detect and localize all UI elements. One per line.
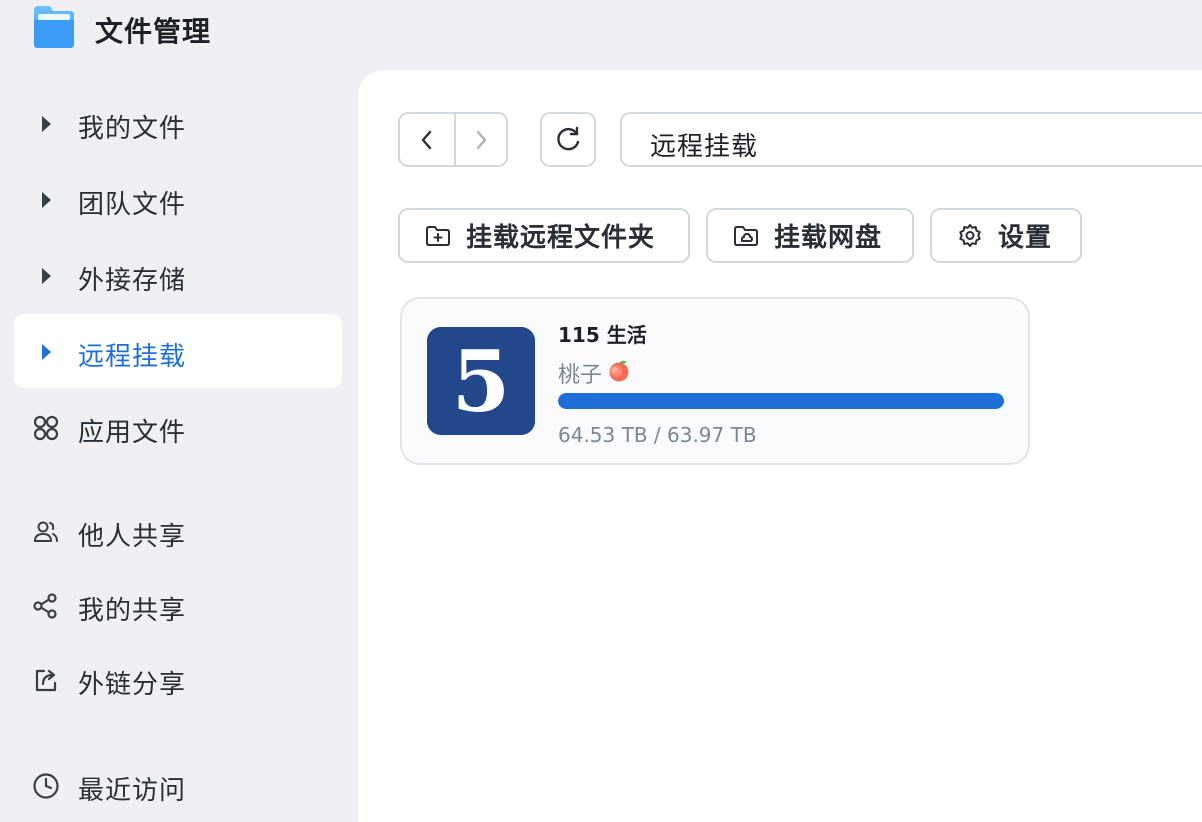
apps-icon: [32, 414, 60, 442]
sidebar-item-label: 我的共享: [78, 596, 187, 626]
peach-icon: [606, 357, 632, 389]
folder-icon: [30, 4, 78, 50]
sidebar-item-label: 远程挂载: [78, 342, 187, 372]
sidebar-item-label: 外链分享: [78, 670, 187, 700]
folder-plus-icon: [424, 222, 452, 250]
sidebar-item-external-storage[interactable]: 外接存储: [14, 238, 342, 312]
settings-button[interactable]: 设置: [930, 208, 1082, 263]
sidebar-item-shared-with-me[interactable]: 他人共享: [14, 494, 342, 568]
sidebar-item-label: 我的文件: [78, 114, 187, 144]
cloud-folder-icon: [732, 222, 760, 250]
mount-user-name: 桃子: [558, 363, 603, 388]
mount-cloud-drive-button[interactable]: 挂载网盘: [706, 208, 914, 263]
sidebar-item-my-shares[interactable]: 我的共享: [14, 568, 342, 642]
back-button[interactable]: [400, 114, 454, 165]
clock-icon: [32, 772, 60, 800]
sidebar-item-app-files[interactable]: 应用文件: [14, 390, 342, 464]
sidebar-item-my-files[interactable]: 我的文件: [14, 86, 342, 160]
users-icon: [32, 518, 60, 546]
path-text: 远程挂载: [650, 132, 759, 162]
mount-remote-folder-button[interactable]: 挂载远程文件夹: [398, 208, 690, 263]
triangle-right-icon: [32, 338, 60, 366]
sidebar-item-recent[interactable]: 最近访问: [14, 748, 342, 822]
sidebar-item-label: 他人共享: [78, 522, 187, 552]
mount-remote-folder-label: 挂载远程文件夹: [466, 223, 656, 253]
storage-size-text: 64.53 TB / 63.97 TB: [558, 423, 757, 447]
mount-card[interactable]: 5 115 生活 桃子 64.53 TB / 63.97 TB: [400, 297, 1030, 465]
storage-usage-fill: [558, 393, 1004, 409]
share-icon: [32, 592, 60, 620]
app-header: 文件管理: [0, 0, 360, 60]
sidebar-item-external-link-share[interactable]: 外链分享: [14, 642, 342, 716]
sidebar-item-remote-mount[interactable]: 远程挂载: [14, 314, 342, 388]
triangle-right-icon: [32, 186, 60, 214]
file-manager-app: 文件管理 我的文件 团队文件 外接存储 远程挂载 应用文件 他人共享 我的共享 …: [0, 0, 1202, 822]
sidebar-item-label: 团队文件: [78, 190, 187, 220]
chevron-right-icon: [476, 130, 487, 149]
refresh-icon: [557, 126, 580, 150]
sidebar-item-team-files[interactable]: 团队文件: [14, 162, 342, 236]
mount-name: 115 生活: [558, 323, 647, 347]
storage-usage-bar: [558, 393, 1004, 409]
app-title: 文件管理: [95, 15, 212, 48]
sidebar-item-label: 最近访问: [78, 776, 187, 806]
sidebar-item-label: 外接存储: [78, 266, 187, 296]
chevron-left-icon: [421, 130, 432, 149]
external-share-icon: [32, 666, 60, 694]
path-bar[interactable]: 远程挂载: [620, 112, 1202, 167]
mount-cloud-drive-label: 挂载网盘: [774, 223, 883, 253]
service-logo: 5: [427, 327, 535, 435]
forward-button[interactable]: [454, 114, 506, 165]
refresh-button[interactable]: [540, 112, 596, 167]
triangle-right-icon: [32, 262, 60, 290]
sidebar-item-label: 应用文件: [78, 418, 187, 448]
mount-user: 桃子: [558, 357, 632, 389]
sidebar: 我的文件 团队文件 外接存储 远程挂载 应用文件 他人共享 我的共享 外链分享 …: [0, 60, 358, 822]
svg-text:5: 5: [452, 332, 510, 431]
gear-icon: [956, 222, 984, 250]
main-panel: 远程挂载 挂载远程文件夹 挂载网盘 设置 5 115 生活 桃子 64.53 T…: [358, 70, 1202, 822]
settings-label: 设置: [998, 223, 1053, 253]
triangle-right-icon: [32, 110, 60, 138]
history-nav: [398, 112, 508, 167]
